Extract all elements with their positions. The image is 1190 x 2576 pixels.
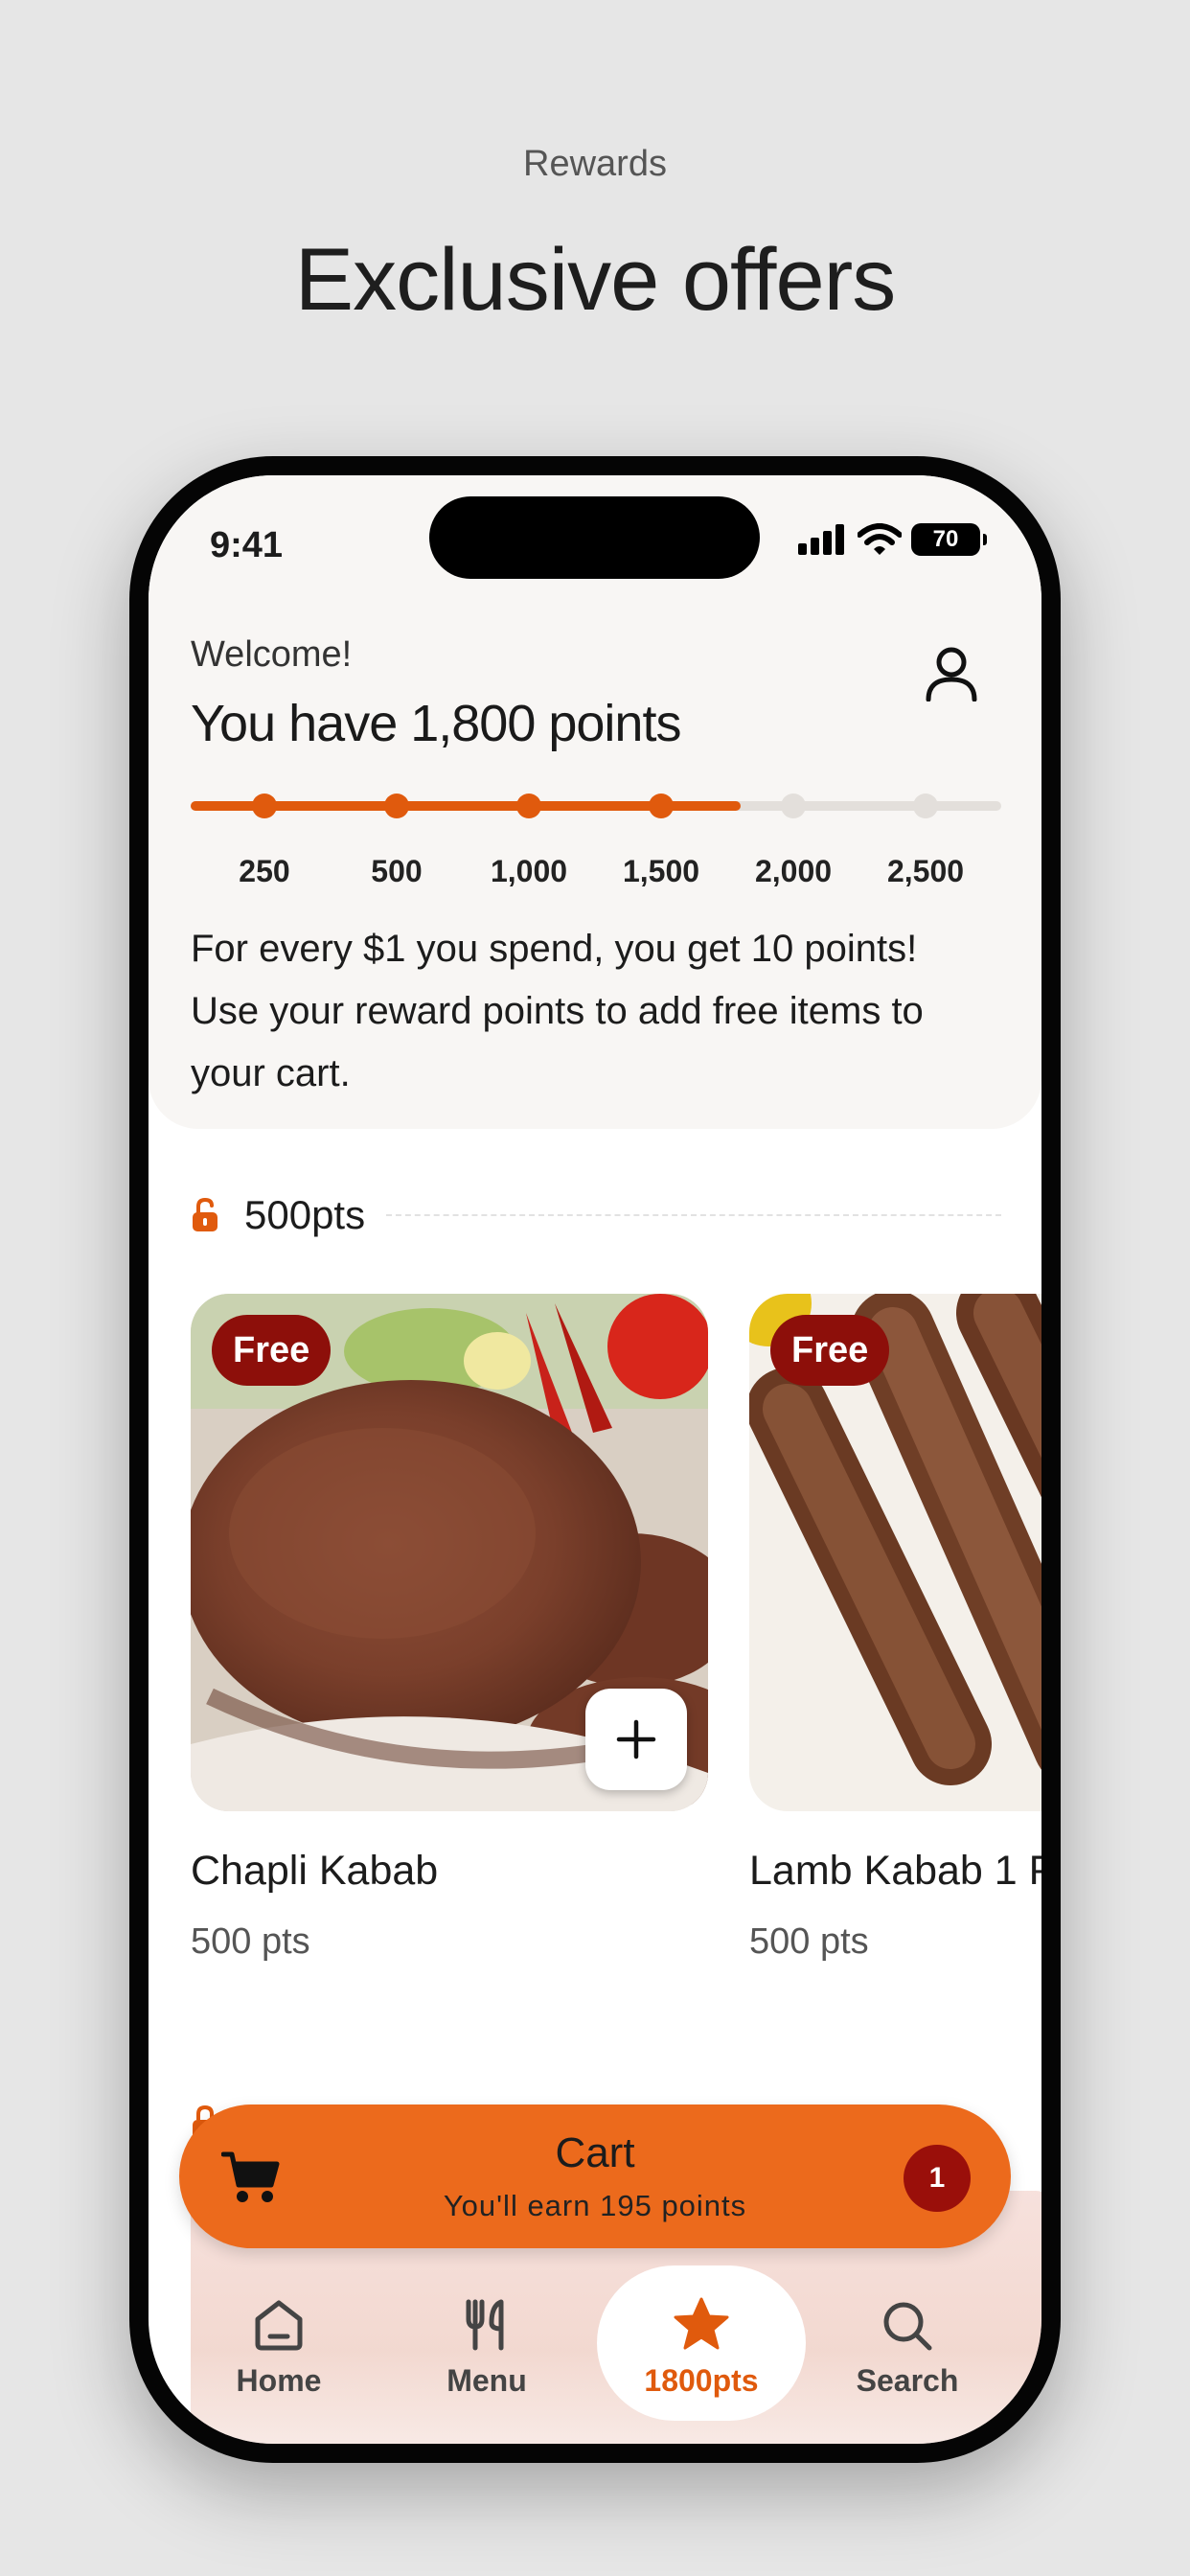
item-points: 500 pts xyxy=(749,1921,869,1962)
free-badge: Free xyxy=(770,1315,890,1386)
phone-screen: 9:41 70 Welcome! You have 1,800 points 2… xyxy=(149,475,1041,2444)
home-icon xyxy=(255,2300,303,2351)
progress-dot xyxy=(913,794,938,818)
account-button[interactable] xyxy=(925,646,978,706)
nav-label: Menu xyxy=(446,2363,527,2398)
page-subtitle: Rewards xyxy=(523,144,667,184)
progress-dot xyxy=(649,794,674,818)
item-points: 500 pts xyxy=(191,1921,310,1962)
status-icons: 70 xyxy=(798,523,987,556)
rewards-description: For every $1 you spend, you get 10 point… xyxy=(191,928,924,1094)
nav-item-home[interactable]: Home xyxy=(183,2266,375,2419)
progress-tick-label: 2,000 xyxy=(754,854,833,888)
points-progress-bar xyxy=(191,794,1001,818)
nav-label: Home xyxy=(236,2363,322,2398)
tier-header-500: 500pts xyxy=(191,1192,1001,1238)
nav-item-menu[interactable]: Menu xyxy=(391,2266,583,2419)
item-name: Lamb Kabab 1 Piece xyxy=(749,1848,1041,1894)
bottom-nav: Home Menu 1800pts Search xyxy=(149,2266,1041,2444)
progress-dot xyxy=(516,794,541,818)
item-image-chapli-kabab: Free xyxy=(191,1294,708,1811)
page-title: Exclusive offers xyxy=(294,231,897,329)
progress-tick-label: 1,000 xyxy=(490,854,568,888)
progress-dot xyxy=(781,794,806,818)
cart-title: Cart xyxy=(555,2129,635,2176)
star-icon xyxy=(674,2297,729,2350)
status-time: 9:41 xyxy=(210,525,284,565)
cart-earn-text: You'll earn 195 points xyxy=(443,2189,747,2222)
search-icon xyxy=(883,2302,932,2351)
cart-button[interactable]: Cart You'll earn 195 points 1 xyxy=(179,2104,1011,2248)
wifi-icon xyxy=(858,523,902,555)
item-image-lamb-kabab: Free xyxy=(749,1294,1041,1811)
item-name: Chapli Kabab xyxy=(191,1848,439,1894)
reward-item-card[interactable]: Free Lamb Kabab 1 Piece 500 pts xyxy=(749,1294,1041,1963)
add-to-cart-button[interactable] xyxy=(585,1689,687,1790)
progress-tick-label: 1,500 xyxy=(622,854,700,888)
cart-count-badge: 1 xyxy=(904,2145,971,2212)
reward-item-card[interactable]: Free Chapli Kabab 500 pts xyxy=(191,1294,708,1963)
progress-tick-label: 500 xyxy=(371,854,423,888)
rewards-card: 9:41 70 Welcome! You have 1,800 points 2… xyxy=(149,475,1041,1129)
progress-dot xyxy=(384,794,409,818)
nav-item-rewards[interactable]: 1800pts xyxy=(606,2266,797,2419)
nav-label: Search xyxy=(856,2363,959,2398)
plus-icon xyxy=(616,1719,656,1760)
battery-icon: 70 xyxy=(911,523,987,556)
free-badge: Free xyxy=(212,1315,332,1386)
points-balance: You have 1,800 points xyxy=(191,695,681,752)
utensils-icon xyxy=(466,2299,504,2351)
welcome-text: Welcome! xyxy=(191,634,353,675)
unlocked-icon xyxy=(193,1197,217,1231)
nav-item-search[interactable]: Search xyxy=(812,2266,1003,2419)
progress-dot xyxy=(252,794,277,818)
tier-label: 500pts xyxy=(244,1192,366,1237)
progress-tick-label: 2,500 xyxy=(886,854,965,888)
dynamic-island xyxy=(429,496,760,579)
progress-tick-label: 250 xyxy=(239,854,290,888)
nav-label: 1800pts xyxy=(644,2363,759,2398)
tier-divider xyxy=(386,1214,1001,1216)
user-icon xyxy=(926,647,977,702)
cellular-signal-icon xyxy=(798,524,844,555)
